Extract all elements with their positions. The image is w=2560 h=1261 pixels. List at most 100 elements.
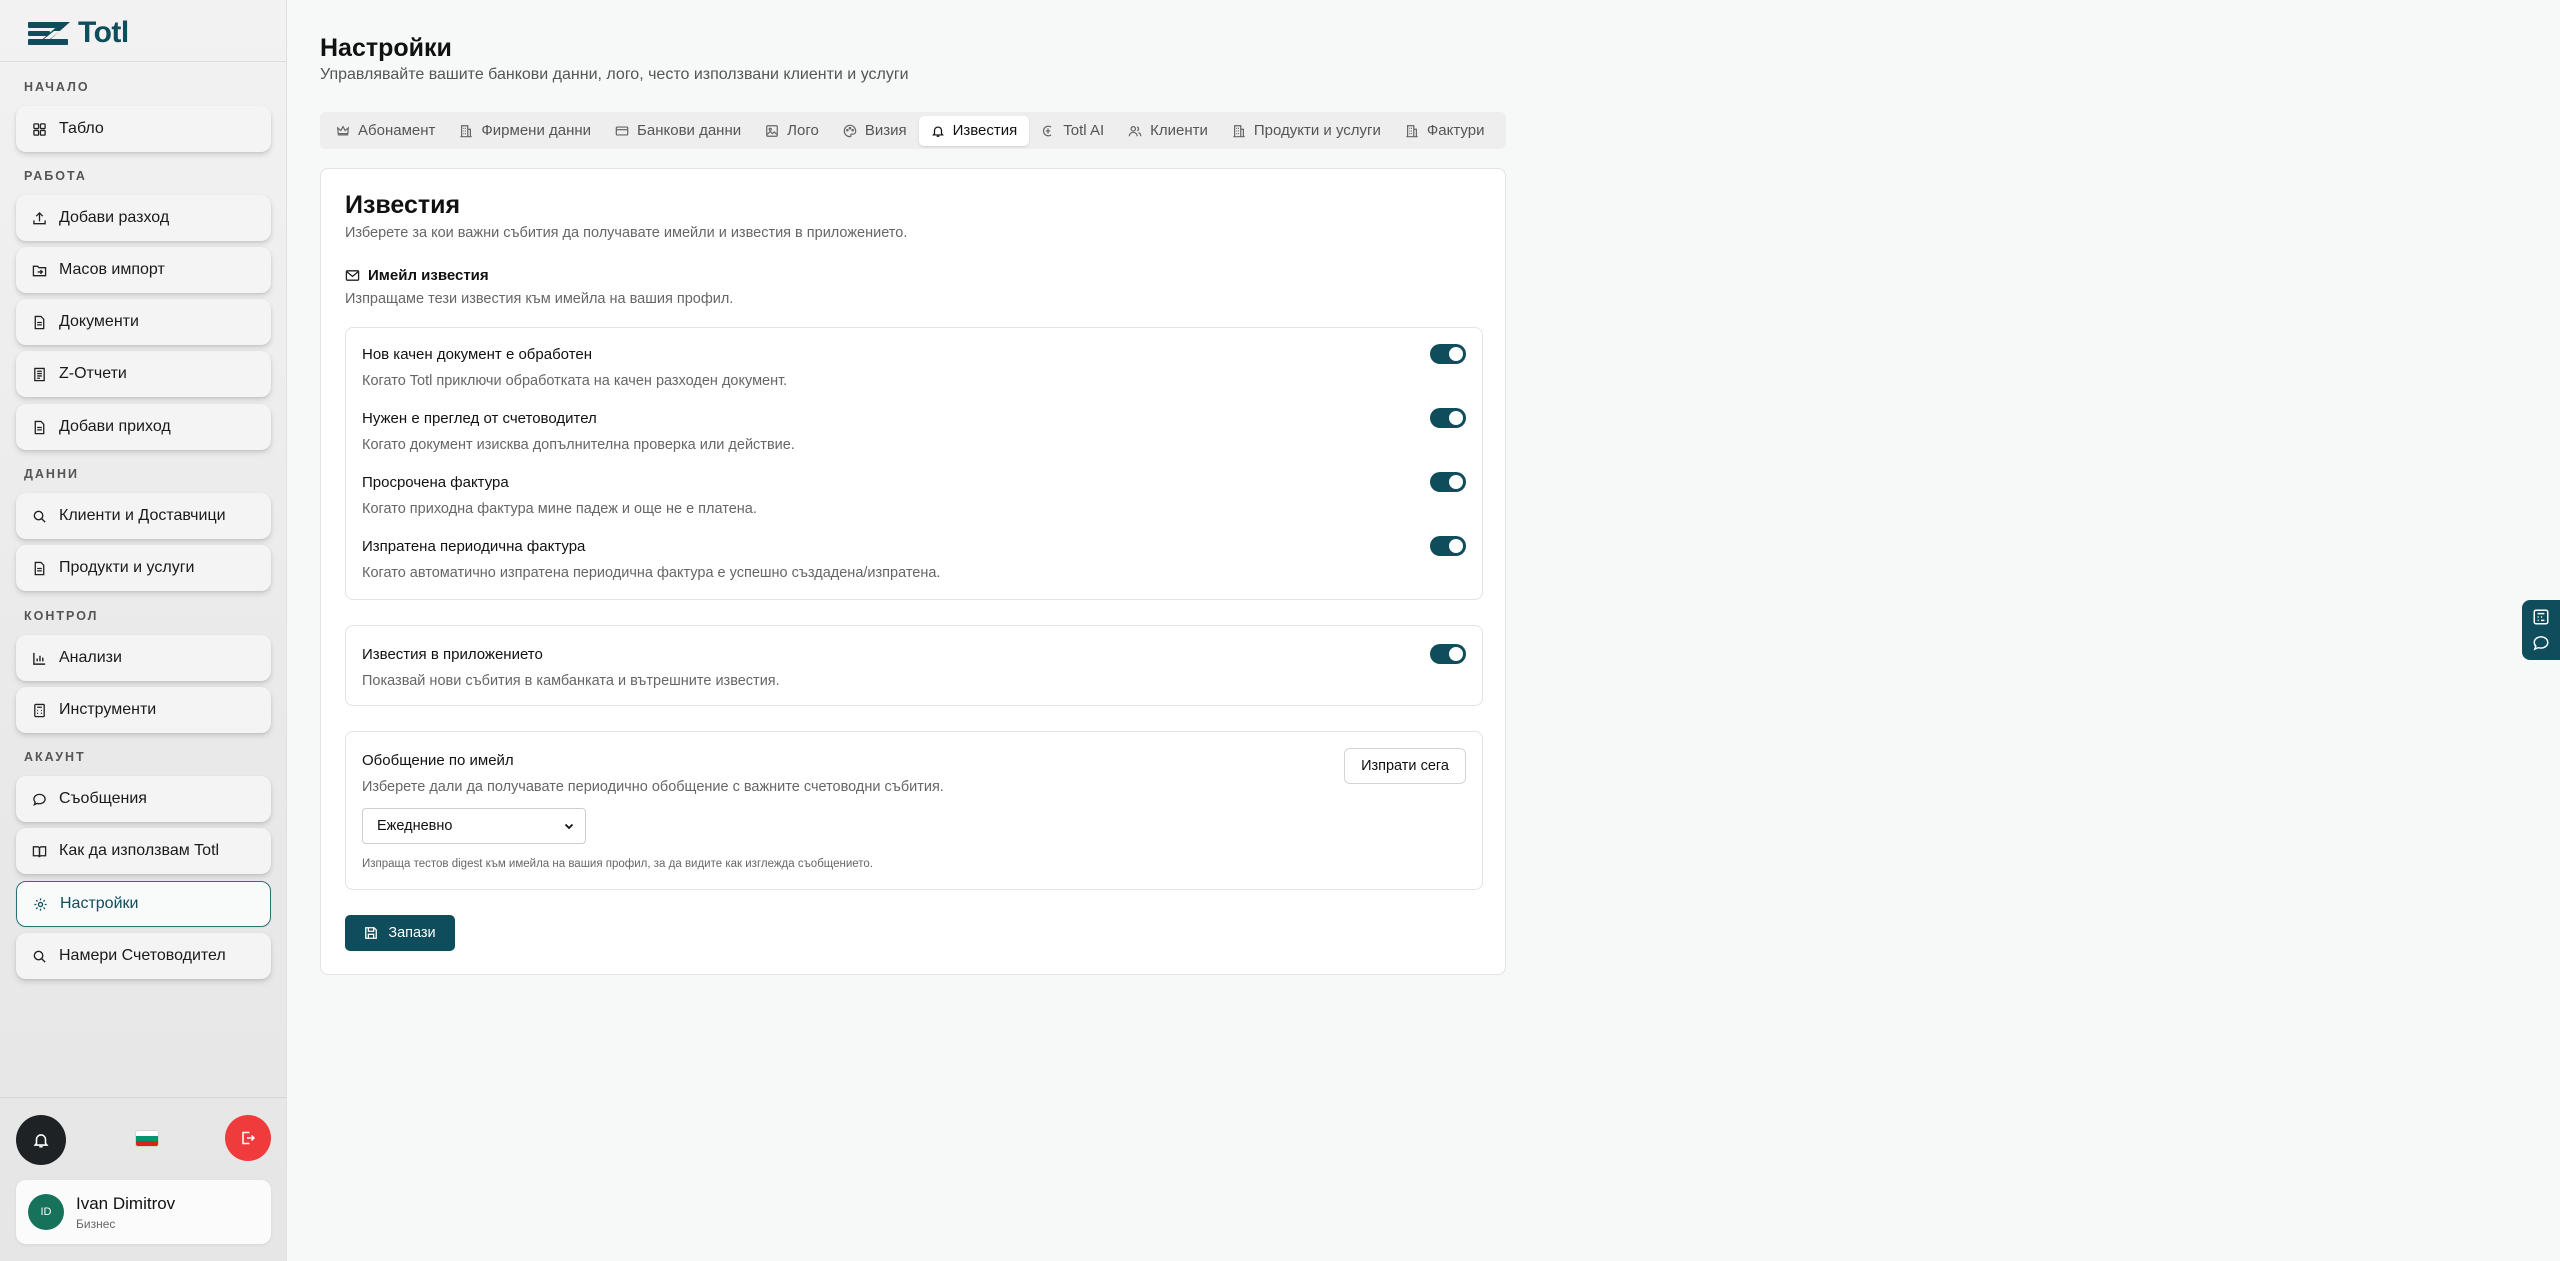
logout-icon — [242, 1131, 256, 1145]
tab-appearance[interactable]: Визия — [831, 116, 919, 146]
nav-section-start: НАЧАЛО — [24, 80, 90, 94]
palette-icon — [843, 124, 857, 137]
nav-section-account: АКАУНТ — [24, 750, 86, 764]
mail-icon — [345, 270, 360, 281]
option-desc: Когато приходна фактура мине падеж и още… — [362, 501, 757, 517]
tab-label: Фактури — [1426, 122, 1485, 139]
option-title: Просрочена фактура — [362, 474, 509, 491]
sidebar-item-messages[interactable]: Съобщения — [16, 776, 271, 822]
tab-label: Абонамент — [358, 122, 436, 139]
notifications-button[interactable] — [16, 1115, 66, 1165]
option-overdue-invoice: Просрочена фактура Когато приходна факту… — [362, 474, 757, 517]
sidebar-item-label: Анализи — [59, 649, 122, 666]
logo[interactable]: Totl — [26, 16, 129, 50]
save-icon — [365, 927, 378, 939]
receipt-icon — [34, 367, 45, 381]
page-subtitle: Управлявайте вашите банкови данни, лого,… — [320, 66, 909, 83]
chat-icon[interactable] — [2532, 634, 2550, 652]
sidebar-item-label: Табло — [59, 120, 104, 137]
tab-label: Продукти и услуги — [1253, 122, 1381, 139]
toggle-document-processed[interactable] — [1430, 344, 1466, 364]
tab-totl-ai[interactable]: Totl AI — [1029, 116, 1116, 146]
tab-label: Визия — [864, 122, 907, 139]
sidebar-item-settings[interactable]: Настройки — [16, 881, 271, 927]
sidebar-item-products-services[interactable]: Продукти и услуги — [16, 545, 271, 591]
calculator-icon — [34, 703, 45, 717]
credit-card-icon — [615, 125, 629, 136]
sidebar-item-label: Инструменти — [59, 701, 157, 718]
document-icon — [34, 315, 45, 329]
option-desc: Когато документ изисква допълнителна про… — [362, 437, 795, 453]
floating-widget — [2522, 600, 2560, 660]
tab-company-data[interactable]: Фирмени данни — [447, 116, 603, 146]
users-icon — [1128, 125, 1142, 136]
sidebar-item-label: Добави разход — [59, 209, 170, 226]
sidebar-item-z-reports[interactable]: Z-Отчети — [16, 351, 271, 397]
save-button[interactable]: Запази — [345, 915, 455, 951]
chevron-down-icon — [564, 823, 574, 830]
divider — [0, 61, 287, 62]
sidebar-item-label: Как да използвам Totl — [59, 842, 220, 859]
in-app-notifications-box: Известия в приложението Показвай нови съ… — [345, 625, 1483, 706]
logout-button[interactable] — [225, 1115, 271, 1161]
sidebar-item-label: Настройки — [60, 895, 139, 912]
sidebar-item-tools[interactable]: Инструменти — [16, 687, 271, 733]
toggle-overdue-invoice[interactable] — [1430, 472, 1466, 492]
tab-label: Банкови данни — [637, 122, 742, 139]
sidebar-item-label: Добави приход — [59, 418, 171, 435]
sidebar-item-label: Документи — [59, 313, 139, 330]
email-digest-box: Обобщение по имейл Изберете дали да полу… — [345, 731, 1483, 890]
tab-bank-data[interactable]: Банкови данни — [603, 116, 753, 146]
sidebar-item-dashboard[interactable]: Табло — [16, 106, 271, 152]
sidebar-item-add-expense[interactable]: Добави разход — [16, 195, 271, 241]
tab-label: Totl AI — [1063, 122, 1105, 139]
building-icon — [1406, 124, 1418, 137]
ai-icon — [1043, 125, 1052, 136]
profile-card[interactable]: ID Ivan Dimitrov Бизнес — [16, 1180, 271, 1244]
digest-frequency-select[interactable]: Ежедневно — [362, 808, 586, 844]
document-icon — [34, 420, 45, 434]
tab-invoices[interactable]: Фактури — [1393, 116, 1497, 146]
option-recurring-invoice-sent: Изпратена периодична фактура Когато авто… — [362, 538, 940, 581]
tab-label: Известия — [952, 122, 1018, 139]
document-icon — [34, 561, 45, 575]
toggle-in-app[interactable] — [1430, 644, 1466, 664]
option-title: Нужен е преглед от счетоводител — [362, 410, 597, 427]
message-icon — [33, 793, 46, 806]
sidebar-item-find-accountant[interactable]: Намери Счетоводител — [16, 933, 271, 979]
send-now-button[interactable]: Изпрати сега — [1344, 748, 1466, 784]
gear-icon — [34, 897, 47, 911]
sidebar-item-bulk-import[interactable]: Масов импорт — [16, 247, 271, 293]
toggle-recurring-invoice-sent[interactable] — [1430, 536, 1466, 556]
option-desc: Когато автоматично изпратена периодична … — [362, 565, 941, 581]
option-title: Нов качен документ е обработен — [362, 346, 593, 363]
sidebar-item-label: Продукти и услуги — [59, 559, 195, 576]
image-icon — [766, 124, 779, 137]
tab-clients[interactable]: Клиенти — [1116, 116, 1220, 146]
tab-notifications[interactable]: Известия — [918, 115, 1030, 146]
sidebar-item-add-income[interactable]: Добави приход — [16, 404, 271, 450]
bell-icon — [33, 1134, 49, 1148]
tab-label: Лого — [787, 122, 819, 139]
tab-products-services[interactable]: Продукти и услуги — [1220, 116, 1393, 146]
option-title: Известия в приложението — [362, 646, 543, 663]
notifications-title: Известия — [345, 191, 461, 219]
sidebar: Totl НАЧАЛО Табло РАБОТА Добави разход М… — [0, 0, 287, 1261]
tab-label: Фирмени данни — [481, 122, 592, 139]
bar-chart-icon — [33, 652, 46, 665]
tab-subscription[interactable]: Абонамент — [324, 116, 447, 146]
sidebar-item-documents[interactable]: Документи — [16, 299, 271, 345]
sidebar-item-how-to-use[interactable]: Как да използвам Totl — [16, 828, 271, 874]
calculator-icon[interactable] — [2532, 608, 2550, 626]
option-accountant-review: Нужен е преглед от счетоводител Когато д… — [362, 410, 795, 453]
option-document-processed: Нов качен документ е обработен Когато To… — [362, 346, 787, 389]
building-icon — [460, 124, 473, 137]
toggle-accountant-review[interactable] — [1430, 408, 1466, 428]
tab-logo[interactable]: Лого — [753, 116, 831, 146]
sidebar-item-clients-suppliers[interactable]: Клиенти и Доставчици — [16, 493, 271, 539]
option-desc: Когато Totl приключи обработката на каче… — [362, 373, 788, 389]
language-flag-icon[interactable] — [136, 1131, 158, 1146]
sidebar-item-analytics[interactable]: Анализи — [16, 635, 271, 681]
select-value: Ежедневно — [377, 818, 453, 834]
logo-text: Totl — [78, 16, 129, 49]
